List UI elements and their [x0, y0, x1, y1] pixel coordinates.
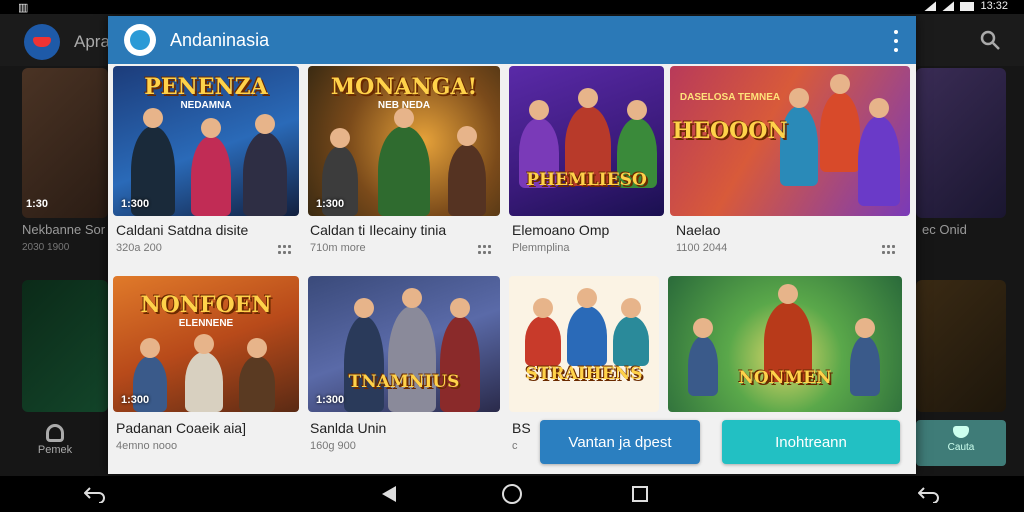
- background-card-right-title: ec Onid: [922, 222, 967, 237]
- tile-meta: 160g 900: [310, 440, 356, 452]
- system-nav-bar: [0, 476, 1024, 512]
- background-card-title: Nekbanne Sor: [22, 222, 106, 237]
- status-indicators: 13:32: [924, 0, 1008, 12]
- signal-icon: [924, 1, 937, 11]
- shield-icon: [953, 426, 969, 438]
- duration-badge: 1:300: [316, 394, 345, 406]
- background-card-right-bottom[interactable]: [916, 280, 1006, 412]
- tile-title: Elemoano Omp: [512, 222, 610, 238]
- search-icon[interactable]: [978, 28, 1002, 52]
- tile-art-subheading: ELENNENE: [178, 318, 234, 329]
- screen: ▥ 13:32 Apra 1:30 Nekbanne Sor 2030 1900…: [0, 0, 1024, 512]
- profile-nav-label: Pemek: [37, 444, 73, 456]
- back-triangle-icon[interactable]: [382, 486, 396, 502]
- tile-meta: Plemmplina: [512, 242, 570, 254]
- primary-action-button[interactable]: Vantan ja dpest: [540, 420, 700, 464]
- tile-art-heading: NONMEN: [738, 368, 832, 388]
- tile-meta: 320a 200: [116, 242, 162, 254]
- wifi-icon: [942, 1, 955, 11]
- tile-art-heading: PENENZA: [144, 74, 268, 100]
- back-icon[interactable]: [84, 485, 106, 503]
- tile-art-heading: STRAIHENS: [525, 364, 643, 384]
- game-tile[interactable]: NONMEN: [668, 276, 902, 412]
- status-time: 13:32: [980, 0, 1008, 12]
- background-tile-button[interactable]: Cauta: [916, 420, 1006, 466]
- back-icon-right[interactable]: [918, 485, 940, 503]
- notification-icon: ▥: [18, 2, 29, 14]
- game-tile[interactable]: NONFOEN ELENNENE 1:300: [113, 276, 299, 412]
- tile-title: Caldan ti Ilecainy tinia: [310, 222, 447, 238]
- person-icon: [46, 424, 64, 442]
- status-bar: ▥ 13:32: [0, 0, 1024, 14]
- tile-art-heading: HEOOON: [672, 118, 788, 144]
- background-card-left-bottom[interactable]: [22, 280, 108, 412]
- background-card-right-top[interactable]: [916, 68, 1006, 218]
- tile-art-subheading: DASELOSA TEMNEA: [679, 92, 781, 103]
- tile-title: Padanan Coaeik aia]: [116, 420, 246, 436]
- background-card-badge: 1:30: [26, 198, 49, 210]
- tile-art-heading: PHEMLIESO: [526, 170, 647, 190]
- home-icon[interactable]: [502, 484, 522, 504]
- battery-icon: [960, 1, 975, 11]
- tile-title: Caldani Satdna disite: [116, 222, 249, 238]
- tile-art-subheading: NEB NEDA: [377, 100, 431, 111]
- recents-icon[interactable]: [632, 486, 648, 502]
- app-logo: [124, 24, 156, 56]
- tile-meta: 710m more: [310, 242, 366, 254]
- tile-meta: 1100 2044: [676, 242, 728, 254]
- background-app-title: Apra: [74, 32, 110, 51]
- game-tile[interactable]: STRAIHENS: [509, 276, 659, 412]
- more-icon[interactable]: [478, 245, 491, 255]
- background-tile-label: Cauta: [947, 442, 975, 453]
- background-card-left-top[interactable]: [22, 68, 108, 218]
- tile-art-heading: NONFOEN: [140, 292, 272, 318]
- secondary-action-button[interactable]: Inohtreann: [722, 420, 900, 464]
- tile-title: Naelao: [676, 222, 721, 238]
- tile-art-heading: MONANGA!: [330, 74, 478, 100]
- profile-nav-button[interactable]: Pemek: [22, 420, 88, 468]
- game-tile[interactable]: PHEMLIESO: [509, 66, 664, 216]
- more-icon[interactable]: [882, 245, 895, 255]
- tile-title: BS: [512, 420, 531, 436]
- game-tile[interactable]: TNAMNIUS 1:300: [308, 276, 500, 412]
- tile-title: Sanlda Unin: [310, 420, 387, 436]
- background-app-logo[interactable]: [24, 24, 60, 60]
- game-tile[interactable]: MONANGA! NEB NEDA 1:300: [308, 66, 500, 216]
- tile-art-subheading: NEDAMNA: [180, 100, 232, 111]
- dialog-header: Andaninasia: [108, 16, 916, 64]
- dialog-title: Andaninasia: [170, 30, 270, 50]
- background-card-meta: 2030 1900: [22, 242, 70, 253]
- game-tile[interactable]: HEOOON DASELOSA TEMNEA: [670, 66, 910, 216]
- game-picker-dialog: Andaninasia PENENZA NEDAMNA 1:300 Caldan…: [108, 16, 916, 474]
- more-vert-icon[interactable]: [892, 30, 900, 52]
- duration-badge: 1:300: [121, 198, 150, 210]
- tile-meta: c: [512, 440, 518, 452]
- duration-badge: 1:300: [316, 198, 345, 210]
- more-icon[interactable]: [278, 245, 291, 255]
- game-tile[interactable]: PENENZA NEDAMNA 1:300: [113, 66, 299, 216]
- tile-art-heading: TNAMNIUS: [348, 372, 460, 392]
- tile-meta: 4emno nooo: [116, 440, 178, 452]
- duration-badge: 1:300: [121, 394, 150, 406]
